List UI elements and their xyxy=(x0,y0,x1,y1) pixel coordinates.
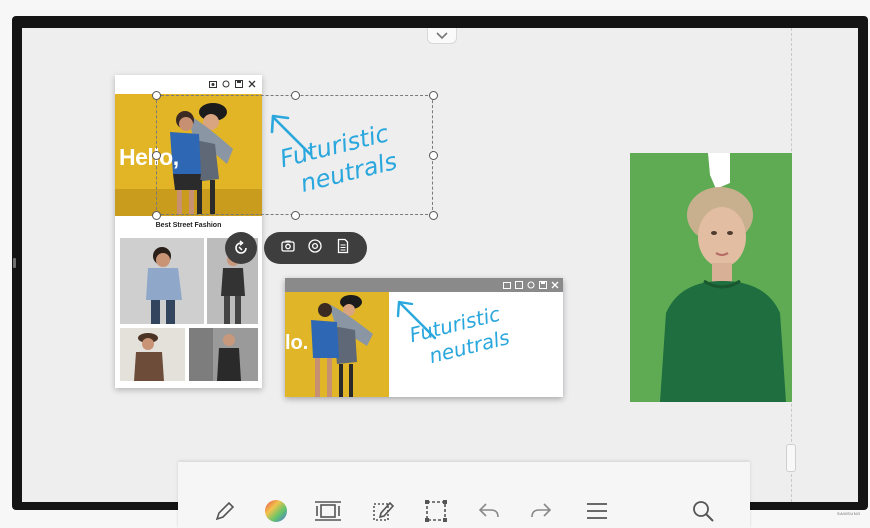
bottom-toolbar xyxy=(178,462,750,528)
resize-handle[interactable] xyxy=(291,91,300,100)
undo-button[interactable] xyxy=(472,496,506,526)
capture-icon[interactable] xyxy=(502,281,511,290)
search-button[interactable] xyxy=(686,496,720,526)
resize-handle[interactable] xyxy=(291,211,300,220)
layout-button[interactable] xyxy=(311,496,345,526)
rotate-button[interactable] xyxy=(225,232,257,264)
thumbnail-photo xyxy=(120,238,204,324)
scroll-handle[interactable] xyxy=(786,444,796,472)
rotate-icon xyxy=(235,240,247,254)
search-icon xyxy=(693,501,714,522)
close-icon[interactable] xyxy=(550,281,559,290)
resize-handle[interactable] xyxy=(429,211,438,220)
resize-handle[interactable] xyxy=(429,91,438,100)
document-icon[interactable] xyxy=(335,238,351,259)
resize-handle[interactable] xyxy=(152,151,161,160)
whiteboard-canvas[interactable]: Hello, Best Street Fashion NEW IN xyxy=(22,28,858,502)
edit-note-icon xyxy=(373,501,395,521)
chevron-down-icon xyxy=(436,31,448,39)
brand-logo: SAMSUNG xyxy=(837,511,861,516)
captured-photo: lo. xyxy=(285,292,389,397)
selection-icon xyxy=(425,500,447,522)
redo-icon xyxy=(531,503,552,518)
redo-button[interactable] xyxy=(524,496,558,526)
portrait-photo[interactable] xyxy=(630,153,792,402)
thumbnail-photo xyxy=(120,328,185,381)
resize-handle[interactable] xyxy=(152,91,161,100)
woman-portrait-illustration xyxy=(630,153,792,402)
selection-button[interactable] xyxy=(419,496,453,526)
refresh-icon[interactable] xyxy=(526,281,535,290)
save-icon[interactable] xyxy=(234,80,243,89)
context-menu xyxy=(264,232,367,264)
card-toolbar xyxy=(115,75,262,93)
menu-button[interactable] xyxy=(580,496,614,526)
crop-icon[interactable] xyxy=(514,281,523,290)
power-indicator xyxy=(13,258,16,268)
edit-note-button[interactable] xyxy=(366,496,400,526)
color-wheel-icon xyxy=(265,500,287,522)
resize-handle[interactable] xyxy=(152,211,161,220)
undo-icon xyxy=(478,503,499,518)
color-picker-button[interactable] xyxy=(259,496,293,526)
capture-icon[interactable] xyxy=(208,80,217,89)
display-frame: Hello, Best Street Fashion NEW IN xyxy=(0,0,870,528)
capture-toolbar xyxy=(285,278,563,292)
layout-icon xyxy=(315,501,341,521)
top-drawer-tab[interactable] xyxy=(427,28,457,44)
close-icon[interactable] xyxy=(247,80,256,89)
refresh-icon[interactable] xyxy=(221,80,230,89)
thumbnail-photo xyxy=(189,328,258,381)
card-title: Best Street Fashion xyxy=(155,222,222,229)
pen-tool-button[interactable] xyxy=(208,496,242,526)
save-icon[interactable] xyxy=(538,281,547,290)
camera-icon[interactable] xyxy=(280,238,296,259)
at-icon[interactable] xyxy=(307,238,323,259)
pen-icon xyxy=(215,501,235,521)
resize-handle[interactable] xyxy=(429,151,438,160)
captured-hero-text: lo. xyxy=(285,332,309,354)
menu-icon xyxy=(587,503,607,519)
